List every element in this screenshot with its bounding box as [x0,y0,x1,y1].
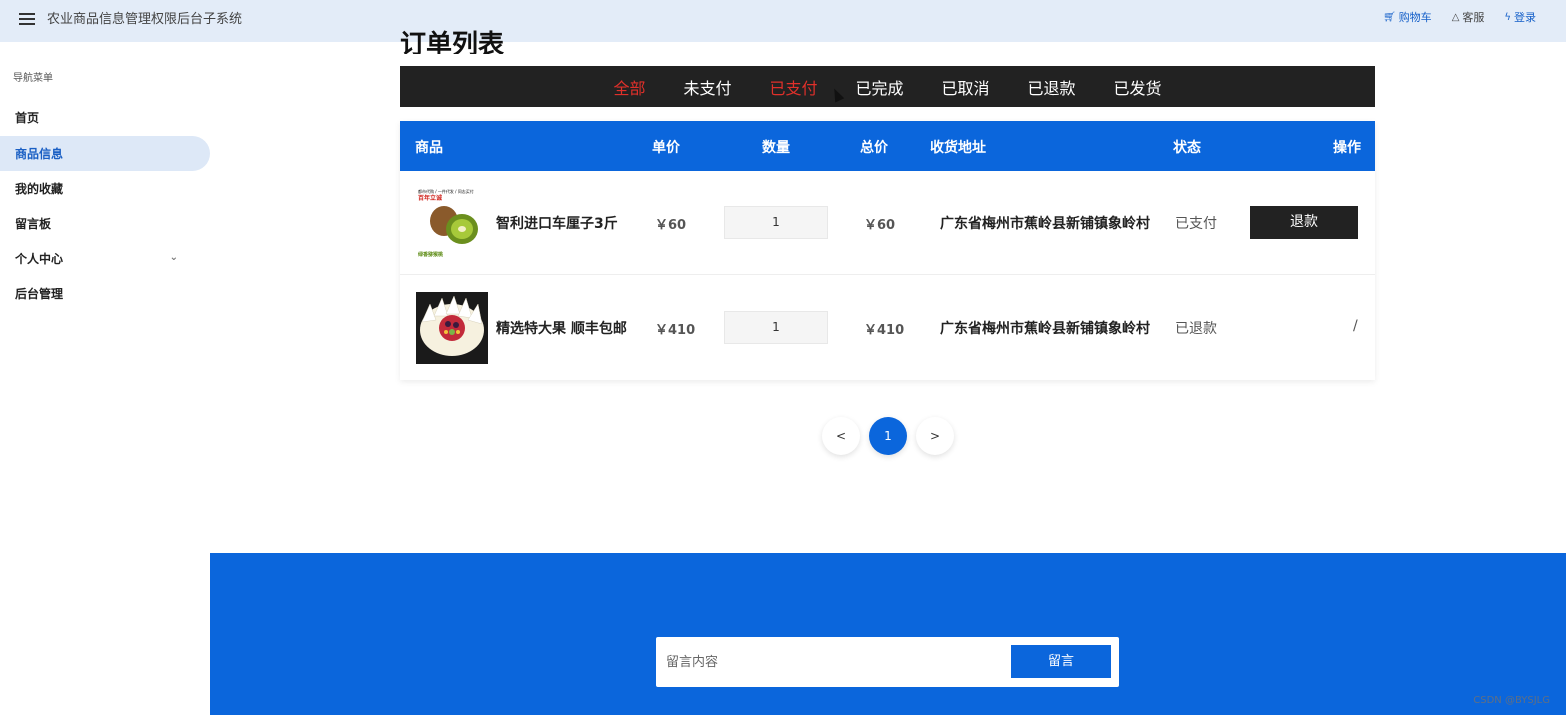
unit-price: ￥410 [655,323,696,338]
order-status: 已支付 [1175,216,1217,232]
quantity-field: 1 [724,311,828,344]
message-form: 留言 [656,637,1119,687]
refund-button[interactable]: 退款 [1250,206,1358,239]
watermark: CSDN @BYSJLG [1473,695,1550,706]
column-header-unit-price: 单价 [652,140,680,156]
column-header-quantity: 数量 [762,140,790,156]
cart-link[interactable]: 🛒︎ 购物车 [1383,9,1432,25]
product-image-kiwi: 都市代购 / 一件代发 / 同志买付 百年立诚 绿香猕猴桃 [416,187,488,259]
column-header-status: 状态 [1173,140,1201,156]
table-header: 商品 单价 数量 总价 收货地址 状态 操作 [400,121,1375,171]
total-price: ￥410 [864,323,905,338]
image-caption-brand: 百年立诚 [418,194,442,202]
no-action-placeholder: / [1353,318,1358,334]
tab-unpaid[interactable]: 未支付 [664,75,750,99]
page-button-current[interactable]: 1 [869,417,907,455]
sidebar-item-message-board[interactable]: 留言板 [0,206,210,241]
menu-icon[interactable] [19,12,35,25]
quantity-field: 1 [724,206,828,239]
total-price: ￥60 [864,218,896,233]
app-title: 农业商品信息管理权限后台子系统 [47,12,243,27]
sidebar-item-home[interactable]: 首页 [0,100,210,135]
sidebar-item-label: 留言板 [15,217,52,231]
product-image-melon-platter [416,292,488,364]
chevron-down-icon: ⌄ [169,252,178,263]
tab-paid[interactable]: 已支付 [750,75,836,99]
sidebar-item-label: 首页 [15,111,40,125]
product-name[interactable]: 智利进口车厘子3斤 [496,213,618,233]
table-row: 精选特大果 顺丰包邮 ￥410 1 ￥410 广东省梅州市蕉岭县新铺镇象岭村 已… [400,276,1375,380]
sidebar-item-label: 我的收藏 [15,182,64,196]
sidebar-item-favorites[interactable]: 我的收藏 [0,171,210,206]
next-page-button[interactable]: > [916,417,954,455]
sidebar-item-label: 商品信息 [15,147,64,161]
orders-table: 商品 单价 数量 总价 收货地址 状态 操作 都市代购 / 一件代发 / 同志买… [400,121,1375,380]
shipping-address: 广东省梅州市蕉岭县新铺镇象岭村 [940,216,1150,232]
unit-price: ￥60 [655,218,687,233]
sidebar-item-personal-center[interactable]: 个人中心 ⌄ [0,241,210,276]
pagination: < 1 > [822,417,954,455]
page-title: 订单列表 [400,30,505,54]
sidebar-item-products[interactable]: 商品信息 [0,136,210,171]
submit-message-button[interactable]: 留言 [1011,645,1111,678]
login-label: 登录 [1514,11,1536,24]
tab-shipped[interactable]: 已发货 [1095,75,1181,99]
prev-page-button[interactable]: < [822,417,860,455]
nav-heading: 导航菜单 [13,73,53,84]
sidebar-item-label: 个人中心 [15,252,64,266]
sidebar: 导航菜单 首页 商品信息 我的收藏 留言板 个人中心 ⌄ 后台管理 [0,42,210,715]
footer: 留言 CSDN @BYSJLG [210,553,1566,715]
cart-icon: 🛒︎ [1382,11,1396,23]
shipping-address: 广东省梅州市蕉岭县新铺镇象岭村 [940,321,1150,337]
tab-refunded[interactable]: 已退款 [1009,75,1095,99]
table-row: 都市代购 / 一件代发 / 同志买付 百年立诚 绿香猕猴桃 智利进口车厘子3斤 … [400,171,1375,275]
column-header-action: 操作 [1333,140,1361,156]
message-input[interactable] [666,637,1006,687]
tab-completed[interactable]: 已完成 [836,75,922,99]
sidebar-item-admin[interactable]: 后台管理 [0,276,210,311]
top-bar: 农业商品信息管理权限后台子系统 🛒︎ 购物车 △ 客服 ϟ 登录 [0,0,1566,42]
service-label: 客服 [1462,11,1485,24]
column-header-total: 总价 [860,140,888,156]
tab-all[interactable]: 全部 [594,75,664,99]
status-tabs: 全部 未支付 已支付 已完成 已取消 已退款 已发货 [400,66,1375,107]
column-header-address: 收货地址 [930,140,986,156]
service-link[interactable]: △ 客服 [1452,9,1485,25]
column-header-product: 商品 [415,140,443,156]
lightning-icon: ϟ [1504,11,1511,23]
tab-cancelled[interactable]: 已取消 [923,75,1009,99]
image-caption-bottom: 绿香猕猴桃 [418,251,443,258]
order-status: 已退款 [1175,321,1217,337]
top-actions: 🛒︎ 购物车 △ 客服 ϟ 登录 [1383,9,1536,25]
cart-label: 购物车 [1398,11,1432,24]
image-caption-top: 都市代购 / 一件代发 / 同志买付 [418,188,474,194]
bell-icon: △ [1451,11,1460,23]
product-name[interactable]: 精选特大果 顺丰包邮 [496,318,627,338]
login-link[interactable]: ϟ 登录 [1504,9,1536,25]
sidebar-item-label: 后台管理 [15,287,64,301]
